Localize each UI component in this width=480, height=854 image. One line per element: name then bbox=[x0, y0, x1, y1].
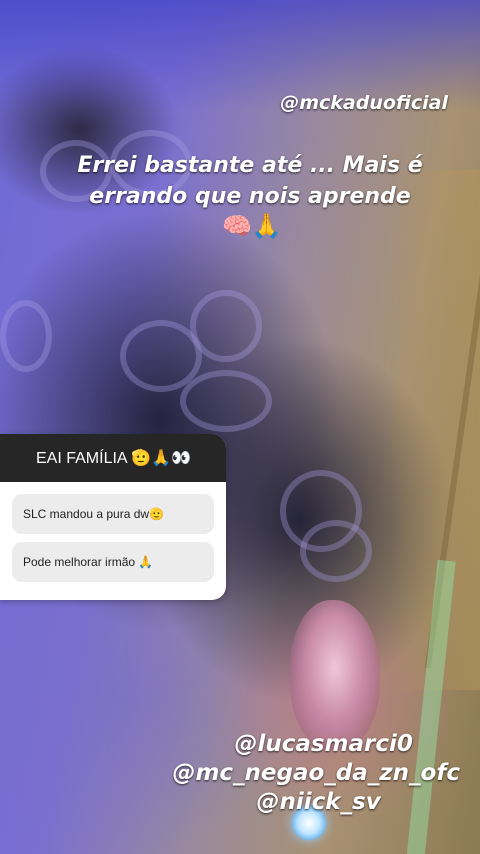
mention-tag-top[interactable]: @mckaduoficial bbox=[280, 92, 448, 114]
story-caption: Errei bastante até ... Mais é errando qu… bbox=[77, 153, 423, 209]
mention-tag[interactable]: @mc_negao_da_zn_ofc bbox=[172, 759, 460, 788]
hair-curl bbox=[300, 520, 372, 582]
question-sticker[interactable]: EAI FAMÍLIA 🫡🙏👀 SLC mandou a pura dw🫡 Po… bbox=[0, 434, 226, 600]
question-sticker-title: EAI FAMÍLIA 🫡🙏👀 bbox=[0, 434, 226, 482]
ear bbox=[290, 600, 380, 750]
question-answer: Pode melhorar irmão 🙏 bbox=[12, 542, 214, 582]
question-answer: SLC mandou a pura dw🫡 bbox=[12, 494, 214, 534]
mentions-bottom: @lucasmarci0 @mc_negao_da_zn_ofc @niick_… bbox=[172, 730, 460, 817]
hair-curl bbox=[180, 370, 272, 432]
story-background-photo bbox=[0, 0, 480, 854]
hair-curl bbox=[0, 300, 52, 372]
hair-curl bbox=[190, 290, 262, 362]
caption-emoji: 🧠🙏 bbox=[222, 212, 282, 240]
mention-tag[interactable]: @niick_sv bbox=[172, 788, 460, 817]
mention-tag[interactable]: @lucasmarci0 bbox=[172, 730, 460, 759]
